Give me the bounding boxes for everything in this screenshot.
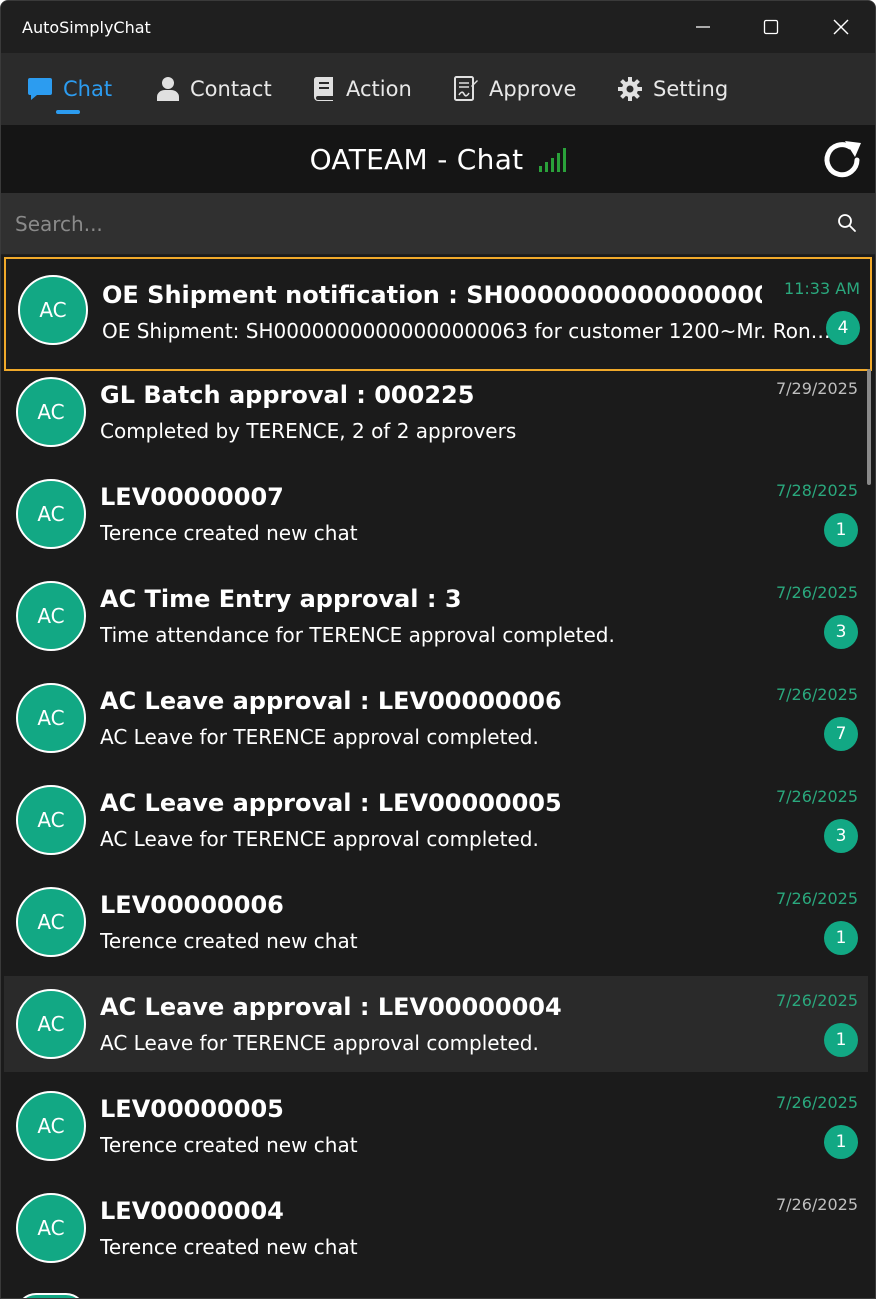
chat-date: 7/26/2025	[775, 787, 858, 806]
tab-setting[interactable]: Setting	[617, 53, 728, 125]
signal-icon	[539, 146, 567, 172]
chat-title: OE Shipment notification : SH00000000000…	[102, 281, 762, 309]
avatar: AC	[16, 785, 86, 855]
search-icon[interactable]	[837, 213, 857, 237]
unread-badge: 1	[824, 513, 858, 547]
chat-title: LEV00000005	[100, 1095, 284, 1123]
tab-action-label: Action	[346, 77, 412, 101]
chat-date: 11:33 AM	[784, 279, 860, 298]
nav-tabs: Chat Contact Action Approve Setting	[1, 53, 875, 125]
chat-item[interactable]: AC AC Leave approval : LEV00000005 AC Le…	[4, 779, 868, 875]
chat-date: 7/28/2025	[775, 481, 858, 500]
document-sign-icon	[453, 76, 479, 102]
chat-item[interactable]: AC AC Leave approval : LEV00000006 AC Le…	[4, 677, 868, 773]
unread-badge: 7	[824, 717, 858, 751]
tab-setting-label: Setting	[653, 77, 729, 101]
avatar: AC	[16, 377, 86, 447]
chat-item[interactable]: AC AC Leave approval : LEV00000004 AC Le…	[4, 976, 868, 1072]
tab-contact-label: Contact	[190, 77, 272, 101]
chat-subtitle: Terence created new chat	[100, 521, 358, 545]
search-input[interactable]	[15, 203, 815, 244]
tab-approve-label: Approve	[489, 77, 577, 101]
chat-item[interactable]: AC AC Time Entry approval : 3 Time atten…	[4, 575, 868, 671]
chat-item[interactable]: AC OE Shipment notification : SH00000000…	[4, 257, 872, 371]
chat-subtitle: AC Leave for TERENCE approval completed.	[100, 827, 539, 851]
refresh-icon	[824, 141, 861, 178]
chat-item[interactable]: AC LEV00000006 Terence created new chat …	[4, 881, 868, 977]
app-title: AutoSimplyChat	[22, 17, 151, 37]
chat-date: 7/26/2025	[775, 991, 858, 1010]
chat-subtitle: OE Shipment: SH00000000000000000063 for …	[102, 319, 832, 343]
chat-header: OATEAM - Chat	[1, 125, 875, 193]
chat-title: LEV00000004	[100, 1197, 284, 1225]
avatar: AC	[16, 1193, 86, 1263]
maximize-button[interactable]	[737, 1, 805, 53]
avatar: AC	[16, 683, 86, 753]
close-button[interactable]	[807, 1, 875, 53]
unread-badge: 1	[824, 1023, 858, 1057]
gear-icon	[617, 76, 643, 102]
book-icon	[312, 76, 336, 102]
close-icon	[833, 19, 849, 35]
avatar: AC	[16, 887, 86, 957]
chat-subtitle: AC Leave for TERENCE approval completed.	[100, 725, 539, 749]
chat-subtitle: AC Leave for TERENCE approval completed.	[100, 1031, 539, 1055]
chat-title: LEV00000007	[100, 483, 284, 511]
tab-chat-label: Chat	[63, 77, 113, 101]
chat-item[interactable]: AC LEV00000007 Terence created new chat …	[4, 473, 868, 569]
chat-item[interactable]: AC LEV00000005 Terence created new chat …	[4, 1085, 868, 1181]
chat-item[interactable]: AC GL Batch approval : 000225 Completed …	[4, 371, 868, 467]
maximize-icon	[763, 19, 779, 35]
page-title: OATEAM - Chat	[309, 142, 524, 176]
chat-date: 7/29/2025	[775, 379, 858, 398]
chat-date: 7/26/2025	[775, 889, 858, 908]
minimize-button[interactable]	[669, 1, 737, 53]
avatar: AC	[18, 275, 88, 345]
minimize-icon	[696, 26, 710, 28]
tab-chat[interactable]: Chat	[27, 53, 112, 125]
tab-contact[interactable]: Contact	[156, 53, 272, 125]
chat-subtitle: Terence created new chat	[100, 1133, 358, 1157]
unread-badge: 1	[824, 921, 858, 955]
avatar: AC	[16, 479, 86, 549]
chat-title: LEV00000006	[100, 891, 284, 919]
tab-approve[interactable]: Approve	[453, 53, 576, 125]
app-window: AutoSimplyChat Chat Contact Action Appro…	[0, 0, 876, 1299]
chat-subtitle: Time attendance for TERENCE approval com…	[100, 623, 615, 647]
chat-title: AC Leave approval : LEV00000004	[100, 993, 562, 1021]
chat-date: 7/26/2025	[775, 1093, 858, 1112]
active-tab-indicator	[56, 110, 80, 114]
refresh-button[interactable]	[819, 137, 865, 183]
person-icon	[156, 76, 180, 102]
avatar	[16, 1293, 86, 1298]
chat-title: AC Leave approval : LEV00000005	[100, 789, 562, 817]
chat-icon	[27, 76, 53, 102]
unread-badge: 1	[824, 1125, 858, 1159]
unread-badge: 3	[824, 615, 858, 649]
avatar: AC	[16, 581, 86, 651]
unread-badge: 3	[824, 819, 858, 853]
title-bar: AutoSimplyChat	[1, 1, 875, 53]
scrollbar-thumb[interactable]	[867, 369, 871, 485]
chat-date: 7/26/2025	[775, 1195, 858, 1214]
chat-subtitle: Terence created new chat	[100, 1235, 358, 1259]
search-bar	[1, 193, 875, 255]
chat-date: 7/26/2025	[775, 685, 858, 704]
avatar: AC	[16, 989, 86, 1059]
chat-title: AC Time Entry approval : 3	[100, 585, 462, 613]
chat-title: GL Batch approval : 000225	[100, 381, 475, 409]
tab-action[interactable]: Action	[312, 53, 412, 125]
avatar: AC	[16, 1091, 86, 1161]
chat-title: AC Leave approval : LEV00000006	[100, 687, 562, 715]
chat-item[interactable]: AC LEV00000004 Terence created new chat …	[4, 1187, 868, 1283]
chat-subtitle: Terence created new chat	[100, 929, 358, 953]
unread-badge: 4	[826, 311, 860, 345]
chat-date: 7/26/2025	[775, 583, 858, 602]
chat-subtitle: Completed by TERENCE, 2 of 2 approvers	[100, 419, 517, 443]
